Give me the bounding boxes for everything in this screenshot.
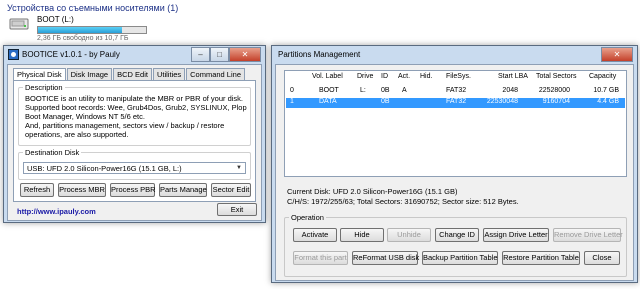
description-label: Description [23, 83, 65, 92]
description-group: Description BOOTICE is an utility to man… [18, 83, 251, 146]
cell-start-lba: 2048 [502, 87, 518, 94]
hide-button[interactable]: Hide [340, 228, 384, 242]
cell-total-sectors: 22528000 [538, 87, 570, 94]
partitions-titlebar[interactable]: Partitions Management ✕ [272, 46, 637, 64]
website-link[interactable]: http://www.ipauly.com [17, 207, 96, 216]
cell-capacity: 10.7 GB [593, 87, 619, 94]
column-header[interactable]: Act. [398, 73, 410, 80]
partitions-client: Vol. Label Drive ID Act. Hid. FileSys. S… [275, 64, 634, 281]
destination-disk-label: Destination Disk [23, 148, 82, 157]
column-header[interactable]: Vol. Label [312, 73, 343, 80]
cell-start-lba: 22530048 [486, 98, 518, 105]
format-part-button[interactable]: Format this part [293, 251, 348, 265]
window-title: Partitions Management [278, 50, 361, 59]
table-row[interactable]: 1 DATA 0B FAT32 22530048 9160704 4.4 GB [286, 98, 625, 108]
cell-label: BOOT [319, 87, 339, 94]
physical-disk-panel: Description BOOTICE is an utility to man… [13, 80, 256, 202]
description-line: Boot Manager, Windows NT 5/6 etc. [25, 112, 145, 121]
assign-drive-letter-button[interactable]: Assign Drive Letter [483, 228, 549, 242]
column-header[interactable]: ID [381, 73, 388, 80]
bootice-client: Physical Disk Disk Image BCD Edit Utilit… [7, 64, 262, 221]
app-icon [8, 49, 19, 60]
minimize-button[interactable]: – [191, 47, 210, 62]
cell-filesys: FAT32 [446, 87, 467, 94]
cell-id: 0B [381, 98, 390, 105]
destination-disk-select[interactable]: USB: UFD 2.0 Silicon-Power16G (15.1 GB, … [23, 162, 246, 174]
chs-info: C/H/S: 1972/255/63; Total Sectors: 31690… [287, 197, 519, 206]
destination-disk-value: USB: UFD 2.0 Silicon-Power16G (15.1 GB, … [27, 164, 182, 173]
column-header[interactable]: Drive [357, 73, 373, 80]
close-button[interactable]: ✕ [229, 47, 261, 62]
parts-manage-button[interactable]: Parts Manage [159, 183, 207, 197]
column-header[interactable]: Total Sectors [536, 73, 576, 80]
change-id-button[interactable]: Change ID [435, 228, 479, 242]
close-button[interactable]: Close [584, 251, 620, 265]
removable-devices-header[interactable]: Устройства со съемными носителями (1) [7, 3, 178, 13]
description-line: And, partitions management, sectors view… [25, 121, 225, 130]
table-row[interactable]: 0 BOOT L: 0B A FAT32 2048 22528000 10.7 … [286, 87, 625, 97]
process-pbr-button[interactable]: Process PBR [110, 183, 156, 197]
cell-capacity: 4.4 GB [597, 98, 619, 105]
sector-edit-button[interactable]: Sector Edit [211, 183, 251, 197]
description-line: operations, are also supported. [25, 130, 129, 139]
restore-partition-table-button[interactable]: Restore Partition Table [502, 251, 580, 265]
destination-disk-group: Destination Disk USB: UFD 2.0 Silicon-Po… [18, 148, 251, 180]
maximize-button[interactable]: □ [210, 47, 229, 62]
operation-group: Operation Activate Hide Unhide Change ID… [284, 213, 627, 277]
drive-usage-bar [37, 26, 147, 34]
cell-index: 0 [290, 87, 294, 94]
close-button[interactable]: ✕ [601, 47, 633, 62]
column-header[interactable]: Capacity [589, 73, 616, 80]
drive-usage-fill [38, 27, 123, 33]
backup-partition-table-button[interactable]: Backup Partition Table [422, 251, 498, 265]
usb-drive-icon[interactable] [9, 16, 29, 32]
table-header: Vol. Label Drive ID Act. Hid. FileSys. S… [286, 73, 625, 83]
reformat-usb-button[interactable]: ReFormat USB disk [352, 251, 419, 265]
column-header[interactable]: Start LBA [498, 73, 528, 80]
drive-free-space: 2,36 ГБ свободно из 10,7 ГБ [37, 35, 129, 42]
remove-drive-letter-button[interactable]: Remove Drive Letter [553, 228, 623, 242]
bootice-window: BOOTICE v1.0.1 - by Pauly – □ ✕ Physical… [3, 45, 266, 223]
unhide-button[interactable]: Unhide [387, 228, 431, 242]
cell-label: DATA [319, 98, 337, 105]
description-line: BOOTICE is an utility to manipulate the … [25, 94, 243, 103]
operation-label: Operation [289, 213, 326, 222]
column-header[interactable]: Hid. [420, 73, 432, 80]
chevron-down-icon[interactable]: ▼ [234, 164, 244, 172]
cell-id: 0B [381, 87, 390, 94]
bootice-titlebar[interactable]: BOOTICE v1.0.1 - by Pauly – □ ✕ [4, 46, 265, 64]
cell-index: 1 [290, 98, 294, 105]
cell-active: A [402, 87, 407, 94]
refresh-button[interactable]: Refresh [20, 183, 54, 197]
cell-total-sectors: 9160704 [542, 98, 570, 105]
partition-table[interactable]: Vol. Label Drive ID Act. Hid. FileSys. S… [284, 70, 627, 177]
activate-button[interactable]: Activate [293, 228, 337, 242]
cell-drive: L: [360, 87, 366, 94]
current-disk-info: Current Disk: UFD 2.0 Silicon-Power16G (… [287, 187, 458, 196]
cell-filesys: FAT32 [446, 98, 467, 105]
process-mbr-button[interactable]: Process MBR [58, 183, 106, 197]
window-title: BOOTICE v1.0.1 - by Pauly [22, 50, 120, 59]
drive-name[interactable]: BOOT (L:) [37, 15, 74, 24]
partitions-window: Partitions Management ✕ Vol. Label Drive… [271, 45, 638, 283]
description-line: Supported boot records: Wee, Grub4Dos, G… [25, 103, 247, 112]
column-header[interactable]: FileSys. [446, 73, 471, 80]
exit-button[interactable]: Exit [217, 203, 257, 216]
